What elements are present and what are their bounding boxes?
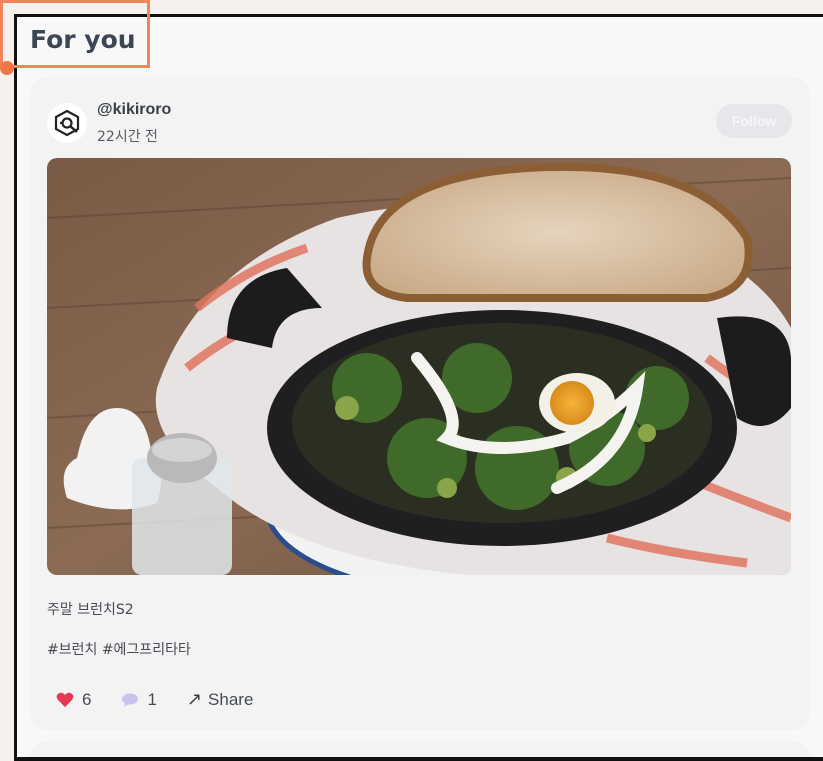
section-title: For you bbox=[30, 25, 136, 54]
avatar[interactable] bbox=[47, 103, 87, 143]
speech-bubble-icon bbox=[122, 693, 139, 707]
share-button[interactable]: ↗ Share bbox=[187, 689, 253, 710]
post-timestamp: 22시간 전 bbox=[97, 129, 158, 145]
arrow-up-right-icon: ↗ bbox=[186, 689, 203, 709]
follow-button[interactable]: Follow bbox=[716, 104, 792, 138]
abstract-logo-icon bbox=[54, 109, 80, 137]
feed-panel: For you @kikiroro 22시간 전 Follow 주말 브런치S2… bbox=[14, 14, 823, 761]
post-image[interactable] bbox=[47, 158, 791, 575]
like-count: 6 bbox=[82, 689, 92, 709]
post-actions: 6 1 ↗ Share bbox=[56, 689, 283, 710]
share-label: Share bbox=[208, 689, 254, 709]
comment-button[interactable]: 1 bbox=[121, 689, 157, 710]
comment-count: 1 bbox=[147, 689, 157, 709]
frame-bottom-border bbox=[14, 757, 823, 761]
post-username[interactable]: @kikiroro bbox=[97, 101, 171, 119]
post-card[interactable]: @kikiroro 22시간 전 Follow 주말 브런치S2 #브런치 #에… bbox=[30, 77, 810, 730]
like-button[interactable]: 6 bbox=[56, 690, 91, 710]
food-photo bbox=[47, 158, 791, 575]
annotation-dot bbox=[0, 61, 14, 75]
post-hashtags[interactable]: #브런치 #에그프리타타 bbox=[47, 639, 191, 659]
post-caption: 주말 브런치S2 bbox=[47, 602, 134, 618]
heart-icon bbox=[56, 692, 74, 707]
